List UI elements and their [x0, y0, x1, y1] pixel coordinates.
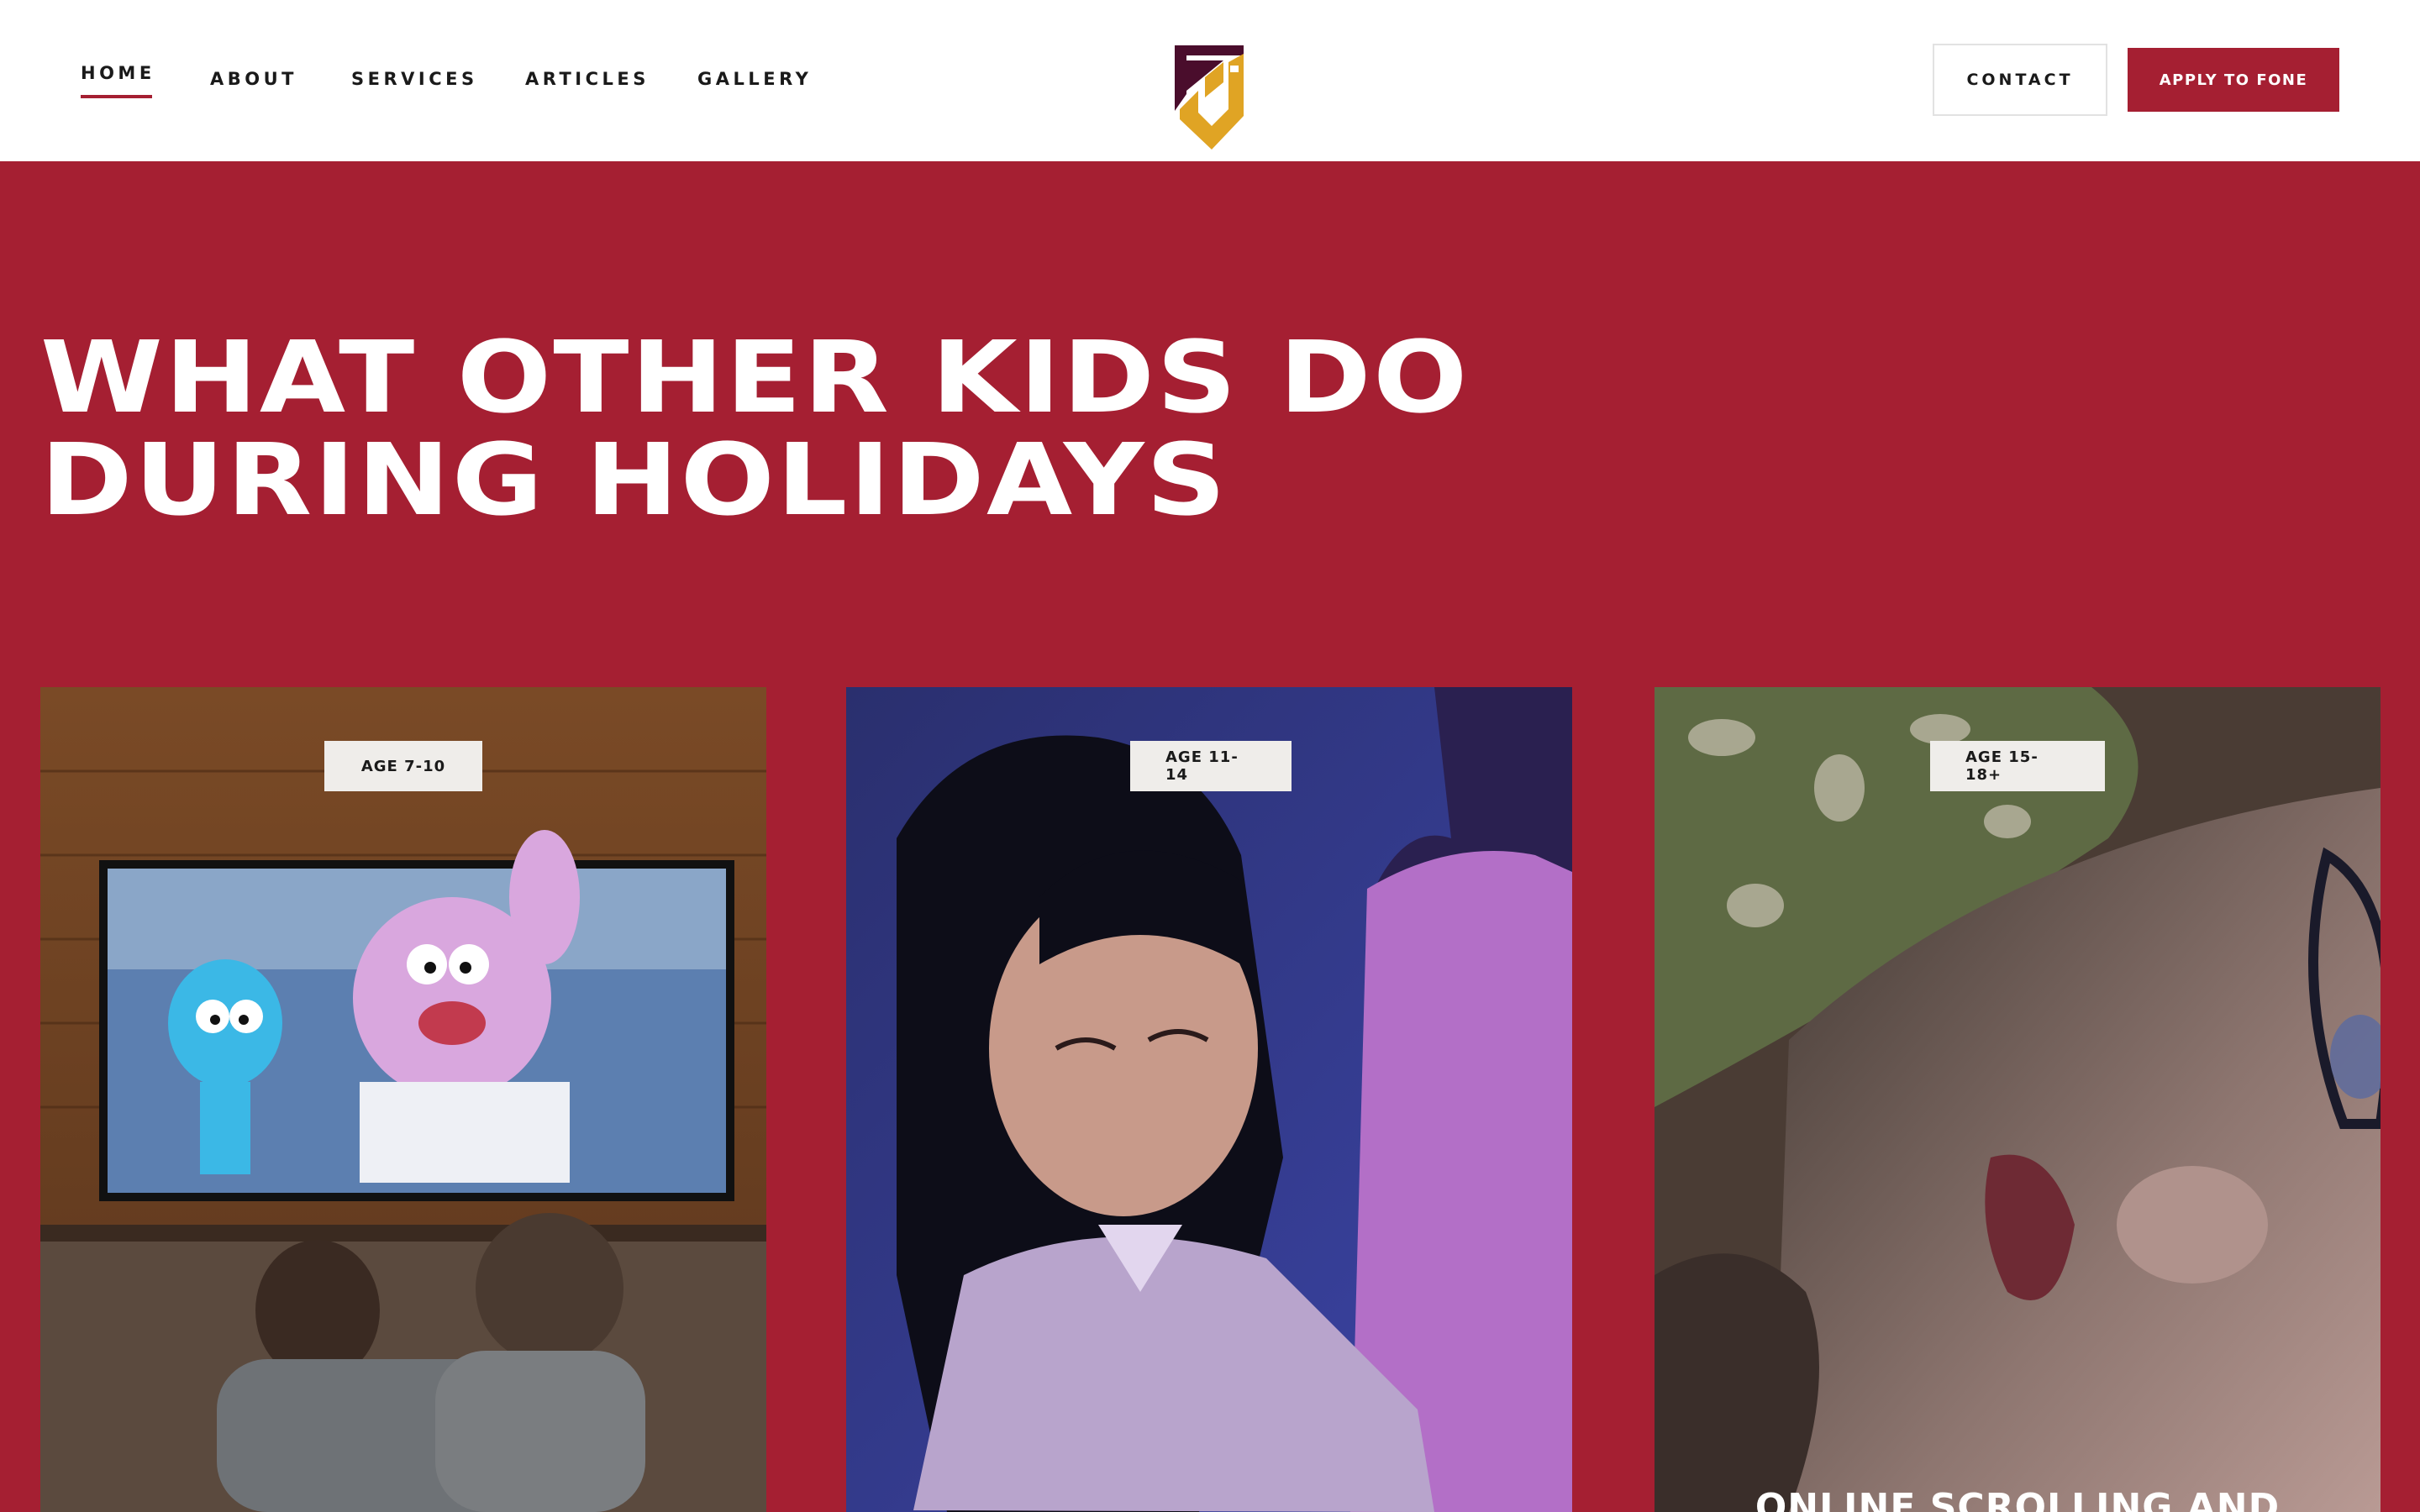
girl-with-device-image: [846, 687, 1572, 1512]
hero-title-line-1: WHAT OTHER KIDS DO: [40, 319, 1470, 435]
apply-button[interactable]: APPLY TO FONE: [2128, 48, 2339, 112]
nav-home-label: HOME: [81, 63, 155, 83]
contact-button[interactable]: CONTACT: [1933, 44, 2107, 116]
active-nav-underline: [81, 95, 152, 98]
nav-gallery[interactable]: GALLERY: [697, 69, 812, 89]
nav-articles[interactable]: ARTICLES: [525, 69, 650, 89]
nav-services[interactable]: SERVICES: [351, 69, 478, 89]
age-tag: AGE 15-18+: [1930, 741, 2105, 791]
teen-close-up-image: [1655, 687, 2381, 1512]
nav-home[interactable]: HOME: [81, 63, 155, 98]
card-caption: ONLINE SCROLLING AND: [1754, 1486, 2281, 1512]
hero-title-line-2: DURING HOLIDAYS: [40, 422, 1228, 538]
site-header: HOME ABOUT SERVICES ARTICLES GALLERY CON…: [0, 0, 2420, 161]
fone-logo[interactable]: [1173, 44, 1247, 151]
card-age-15-18[interactable]: AGE 15-18+ ONLINE SCROLLING AND: [1655, 687, 2381, 1512]
age-tag: AGE 11-14: [1130, 741, 1292, 791]
card-age-7-10[interactable]: AGE 7-10: [40, 687, 766, 1512]
hero-title: WHAT OTHER KIDS DO DURING HOLIDAYS: [40, 326, 1640, 531]
nav-about[interactable]: ABOUT: [210, 69, 297, 89]
age-tag: AGE 7-10: [324, 741, 482, 791]
card-age-11-14[interactable]: AGE 11-14: [846, 687, 1572, 1512]
kids-watching-tv-image: [40, 687, 766, 1512]
